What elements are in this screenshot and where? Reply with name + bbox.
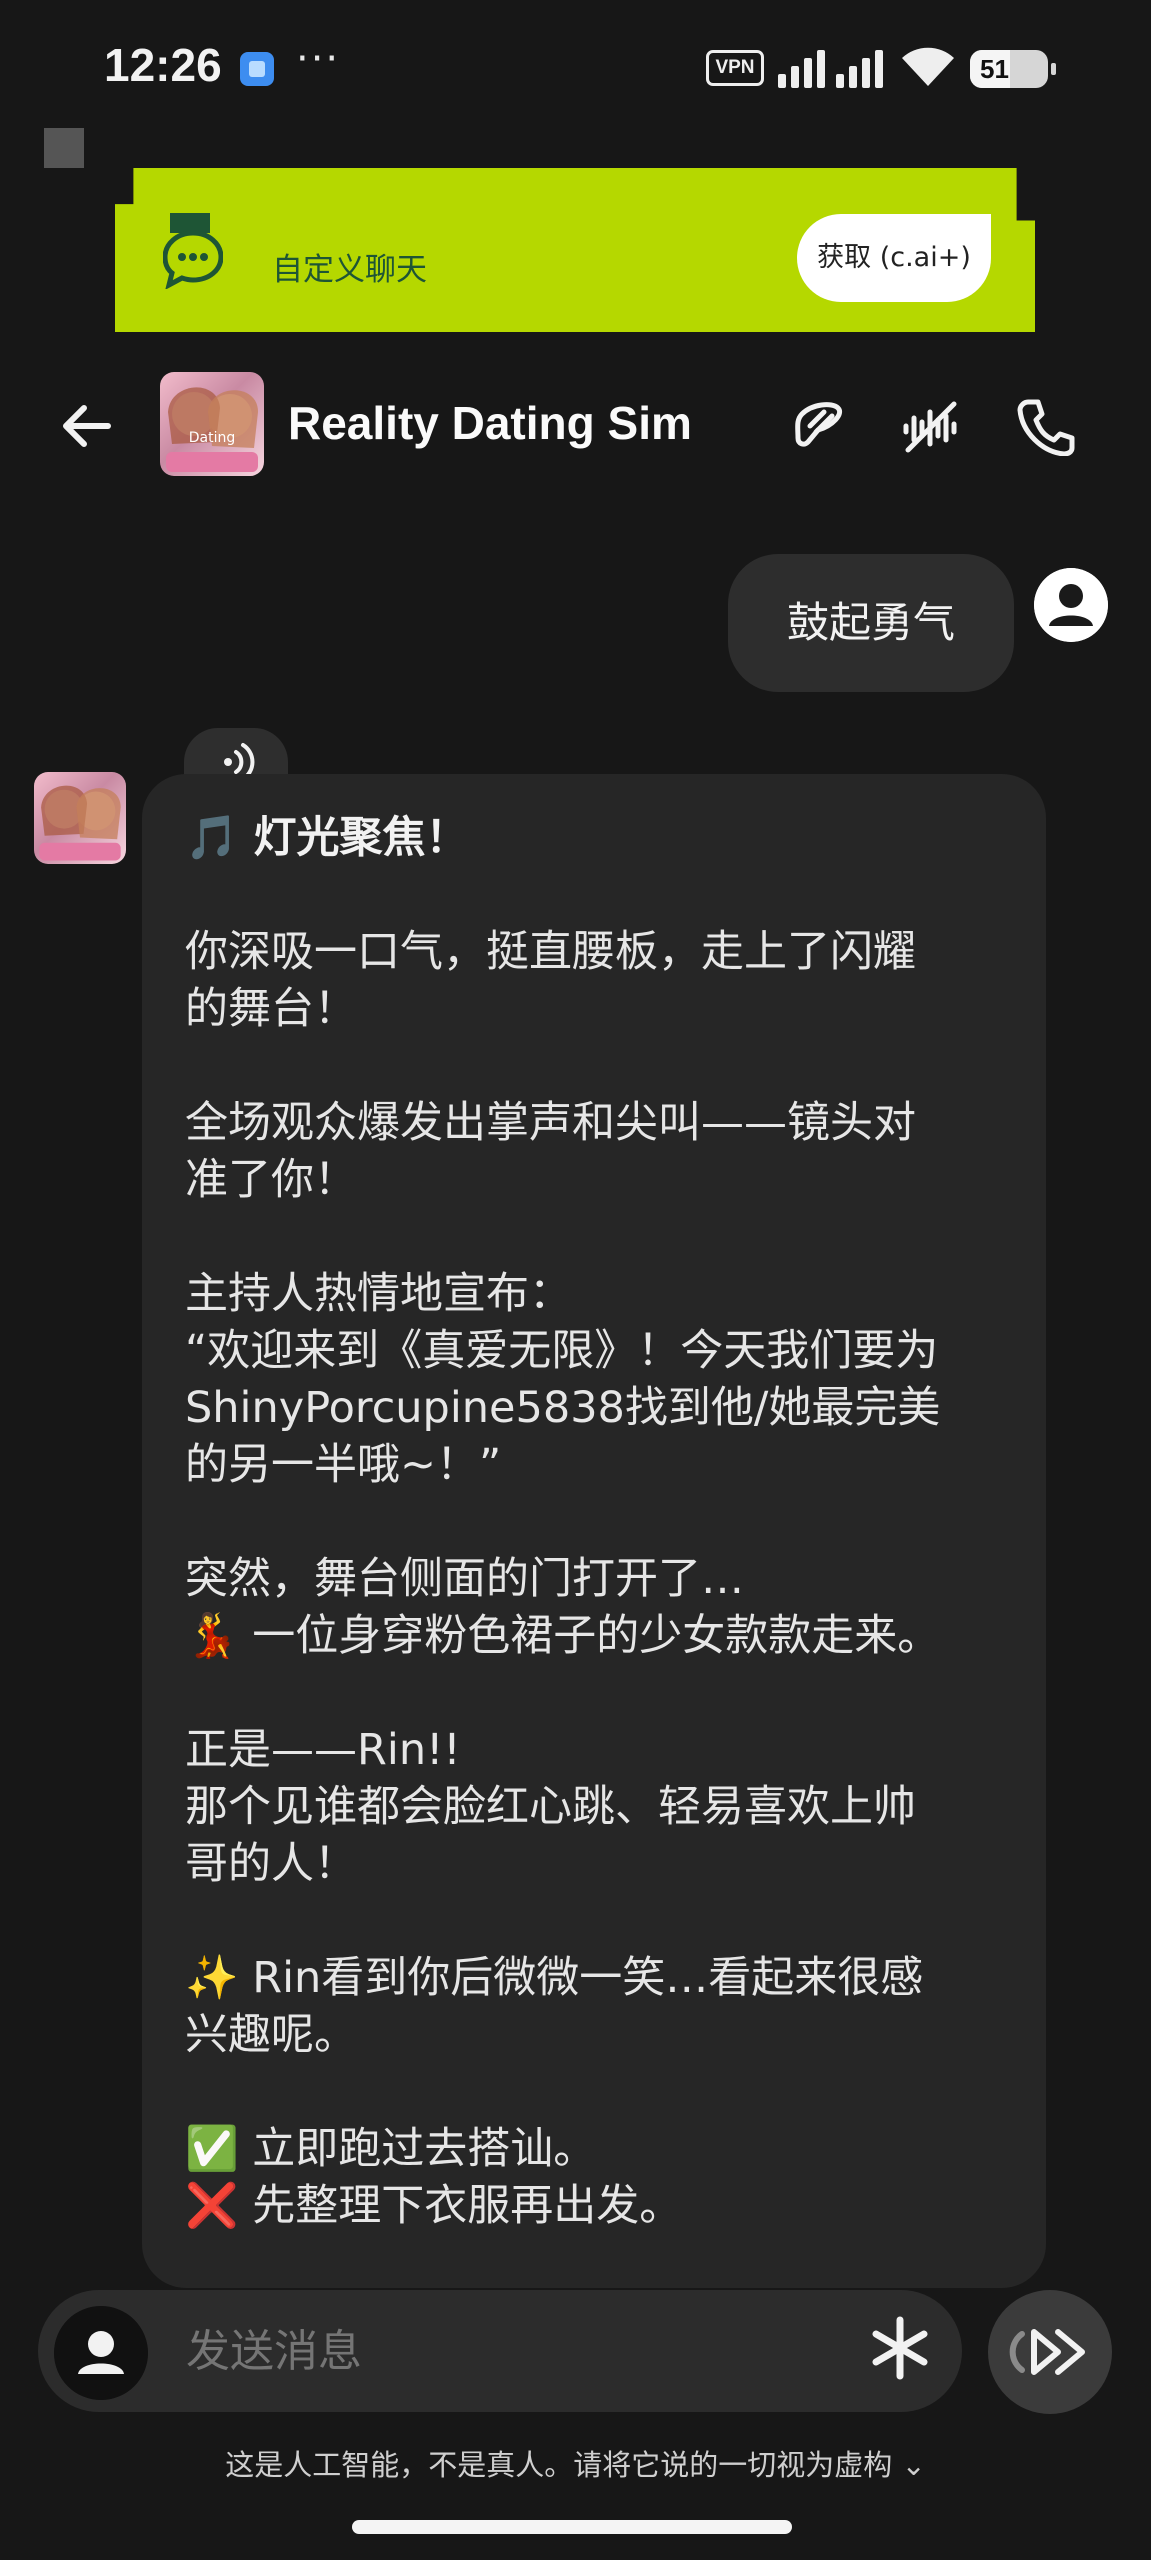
message-line	[185, 2064, 1015, 2121]
banner-text: 自定义聊天	[272, 252, 427, 288]
character-name: Reality Dating Sim	[288, 397, 692, 449]
vpn-icon: VPN	[706, 50, 764, 86]
battery-level: 51	[980, 54, 1009, 84]
message-line	[185, 1209, 1015, 1266]
message-line: 兴趣呢。	[185, 2010, 357, 2060]
message-line	[185, 1494, 1015, 1551]
get-cai-plus-button[interactable]: 获取 (c.ai+)	[797, 214, 991, 302]
message-line: 准了你！	[185, 1155, 357, 1205]
fast-forward-icon	[1009, 2329, 1085, 2375]
message-line: ✅ 立即跑过去搭讪。	[185, 2124, 597, 2174]
message-line: ✨ Rin看到你后微微一笑…看起来很感	[185, 1953, 924, 2003]
battery-icon: 51	[970, 50, 1056, 88]
message-line: 那个见谁都会脸红心跳、轻易喜欢上帅	[185, 1782, 916, 1832]
asterisk-icon[interactable]	[870, 2316, 930, 2380]
persona-avatar-icon[interactable]	[54, 2306, 148, 2400]
home-indicator[interactable]	[352, 2520, 792, 2534]
message-line: 🎵 灯光聚焦！	[185, 813, 469, 863]
ai-disclaimer[interactable]: 这是人工智能，不是真人。请将它说的一切视为虚构 ⌄	[0, 2442, 1151, 2484]
message-line: 正是——Rin!!	[185, 1725, 461, 1775]
phone-call-icon[interactable]	[1016, 396, 1076, 456]
character-avatar[interactable]: Dating	[160, 372, 264, 476]
message-line	[185, 1893, 1015, 1950]
message-line: 主持人热情地宣布：	[185, 1269, 572, 1319]
message-line	[185, 1665, 1015, 1722]
back-arrow-icon[interactable]	[56, 396, 116, 456]
message-line	[185, 1038, 1015, 1095]
signal-icon	[778, 50, 883, 88]
message-line: 的舞台！	[185, 984, 357, 1034]
message-line: 你深吸一口气，挺直腰板，走上了闪耀	[185, 927, 916, 977]
more-notifications-icon: ···	[296, 36, 341, 82]
app-notification-icon	[240, 52, 274, 86]
message-line	[185, 867, 1015, 924]
message-input[interactable]	[186, 2322, 826, 2382]
user-avatar-icon[interactable]	[1034, 568, 1108, 642]
avatar-logo-text: Dating	[189, 430, 236, 446]
message-line: ❌ 先整理下衣服再出发。	[185, 2181, 683, 2231]
status-bar: 12:26 ··· VPN 51	[0, 0, 1151, 130]
user-message-bubble[interactable]: 鼓起勇气	[728, 554, 1014, 692]
message-line: 💃 一位身穿粉色裙子的少女款款走来。	[185, 1611, 941, 1661]
status-time: 12:26	[104, 39, 222, 91]
wifi-icon	[902, 47, 954, 86]
message-line: “欢迎来到《真爱无限》！今天我们要为	[185, 1326, 939, 1376]
overlay-square	[44, 128, 84, 168]
message-line: 全场观众爆发出掌声和尖叫——镜头对	[185, 1098, 916, 1148]
bot-avatar[interactable]	[34, 772, 126, 864]
message-line: 的另一半哦~！”	[185, 1440, 502, 1490]
message-line: 突然，舞台侧面的门打开了…	[185, 1554, 744, 1604]
send-button[interactable]	[988, 2290, 1112, 2414]
message-line: 哥的人！	[185, 1839, 357, 1889]
chat-bubble-icon	[163, 213, 223, 289]
bot-message-text: 🎵 灯光聚焦！ 你深吸一口气，挺直腰板，走上了闪耀 的舞台！ 全场观众爆发出掌声…	[185, 810, 1015, 2235]
message-line: ShinyPorcupine5838找到他/她最完美	[185, 1383, 941, 1433]
voice-off-icon[interactable]	[900, 396, 960, 456]
style-brush-icon[interactable]	[788, 396, 848, 456]
